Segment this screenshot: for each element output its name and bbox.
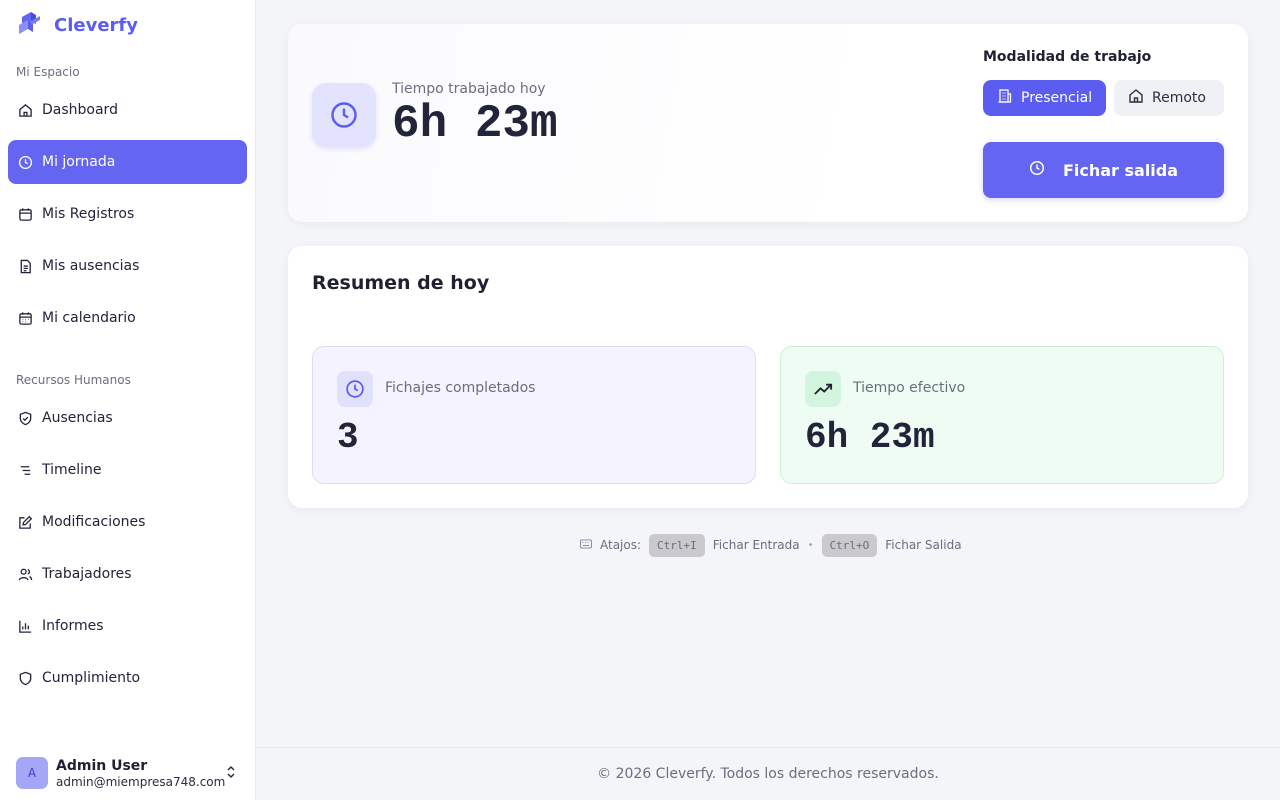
keyboard-icon (580, 538, 592, 552)
work-mode-presencial-label: Presencial (1021, 90, 1093, 106)
shortcut-action: Fichar Salida (885, 538, 962, 552)
shield-check-icon (17, 410, 33, 426)
timeline-icon (17, 462, 33, 478)
clock-icon (17, 154, 33, 170)
clock-out-label: Fichar salida (1062, 160, 1179, 180)
summary-title: Resumen de hoy (312, 272, 490, 294)
time-tracker-card: Tiempo trabajado hoy 6h 23m Modalidad de… (288, 24, 1248, 222)
sidebar-item-label: Ausencias (42, 410, 113, 426)
sidebar-item-mi-jornada[interactable]: Mi jornada (8, 140, 247, 184)
building-icon (997, 88, 1013, 108)
work-mode-remoto-button[interactable]: Remoto (1114, 80, 1224, 116)
sidebar-item-label: Informes (42, 618, 104, 634)
home-icon (1128, 88, 1144, 108)
timer-value: 6h 23m (392, 98, 558, 150)
shortcuts-label: Atajos: (600, 538, 642, 552)
section-label-hr: Recursos Humanos (16, 373, 131, 387)
brand[interactable]: Cleverfy (16, 10, 138, 40)
user-info: Admin User admin@miempresa748.com (56, 758, 225, 789)
user-menu[interactable]: A Admin User admin@miempresa748.com (0, 746, 255, 800)
sidebar-item-label: Modificaciones (42, 514, 146, 530)
clock-icon (337, 371, 373, 407)
brand-name: Cleverfy (54, 14, 138, 36)
separator-dot: • (807, 539, 814, 551)
sidebar-item-modificaciones[interactable]: Modificaciones (8, 500, 247, 544)
stat-completed-clockings: Fichajes completados 3 (312, 346, 756, 484)
sidebar-item-timeline[interactable]: Timeline (8, 448, 247, 492)
shortcut-key: Ctrl+O (821, 533, 878, 557)
sidebar-item-label: Mi calendario (42, 310, 136, 326)
sidebar-item-label: Trabajadores (42, 566, 132, 582)
sidebar: Cleverfy Mi Espacio Dashboard Mi jornada… (0, 0, 256, 800)
shield-icon (17, 670, 33, 686)
footer: © 2026 Cleverfy. Todos los derechos rese… (256, 747, 1280, 800)
stat-value: 3 (337, 417, 359, 458)
stat-effective-time: Tiempo efectivo 6h 23m (780, 346, 1224, 484)
sidebar-item-mis-registros[interactable]: Mis Registros (8, 192, 247, 236)
avatar: A (16, 757, 48, 789)
clock-icon (1029, 160, 1045, 180)
sidebar-item-label: Mis ausencias (42, 258, 140, 274)
work-mode-presencial-button[interactable]: Presencial (983, 80, 1106, 116)
document-icon (17, 258, 33, 274)
user-name: Admin User (56, 757, 148, 774)
sidebar-item-cumplimiento[interactable]: Cumplimiento (8, 656, 247, 700)
shortcut-key: Ctrl+I (649, 533, 705, 557)
work-mode-title: Modalidad de trabajo (983, 49, 1152, 65)
bar-chart-icon (17, 618, 33, 634)
sidebar-item-dashboard[interactable]: Dashboard (8, 88, 247, 132)
section-label-personal: Mi Espacio (16, 65, 80, 79)
sidebar-item-label: Mis Registros (42, 206, 135, 222)
shortcut-action: Fichar Entrada (712, 538, 800, 552)
keyboard-shortcuts: Atajos: Ctrl+I Fichar Entrada • Ctrl+O F… (580, 532, 962, 558)
logo-icon (16, 8, 46, 42)
sidebar-item-label: Timeline (42, 462, 102, 478)
stat-label: Fichajes completados (385, 380, 536, 396)
clock-out-button[interactable]: Fichar salida (983, 142, 1224, 198)
calendar-icon (17, 206, 33, 222)
stat-value: 6h 23m (805, 417, 935, 458)
calendar-grid-icon (17, 310, 33, 326)
work-mode-remoto-label: Remoto (1152, 90, 1206, 106)
sidebar-item-mi-calendario[interactable]: Mi calendario (8, 296, 247, 340)
clock-icon (312, 83, 376, 147)
sidebar-item-trabajadores[interactable]: Trabajadores (8, 552, 247, 596)
trending-up-icon (805, 371, 841, 407)
sidebar-item-mis-ausencias[interactable]: Mis ausencias (8, 244, 247, 288)
sidebar-item-label: Cumplimiento (42, 670, 141, 686)
sidebar-item-ausencias[interactable]: Ausencias (8, 396, 247, 440)
sidebar-item-informes[interactable]: Informes (8, 604, 247, 648)
edit-icon (17, 514, 33, 530)
sidebar-item-label: Dashboard (42, 102, 118, 118)
home-icon (17, 102, 33, 118)
user-email: admin@miempresa748.com (56, 774, 226, 789)
today-summary-card: Resumen de hoy Fichajes completados 3 Ti… (288, 246, 1248, 508)
users-icon (17, 566, 33, 582)
sidebar-item-label: Mi jornada (42, 154, 116, 170)
timer-label: Tiempo trabajado hoy (392, 81, 546, 97)
chevron-up-down-icon[interactable] (223, 760, 239, 784)
stat-label: Tiempo efectivo (853, 380, 966, 396)
